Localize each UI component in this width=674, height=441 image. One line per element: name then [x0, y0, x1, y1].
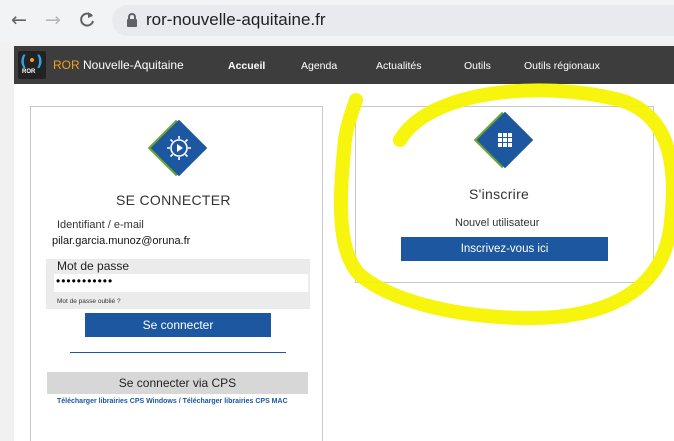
nav-agenda[interactable]: Agenda: [301, 60, 337, 72]
nav-outils[interactable]: Outils: [464, 60, 491, 72]
forward-arrow-icon[interactable]: →: [39, 6, 67, 34]
nav-outils-regionaux[interactable]: Outils régionaux: [524, 60, 600, 72]
nav-accueil[interactable]: Accueil: [228, 60, 265, 72]
brand-name[interactable]: ROR Nouvelle-Aquitaine: [53, 58, 184, 72]
signup-button[interactable]: Inscrivez-vous ici: [401, 237, 608, 261]
grid-icon: [473, 111, 534, 170]
lock-icon: [127, 13, 137, 27]
forgot-password-link[interactable]: Mot de passe oublié ?: [57, 298, 121, 305]
brand-rest: Nouvelle-Aquitaine: [79, 58, 184, 72]
divider: [70, 352, 286, 353]
site-header: ( ) ROR ROR Nouvelle-Aquitaine Accueil A…: [14, 46, 674, 84]
identifier-input[interactable]: pilar.garcia.munoz@oruna.fr: [52, 235, 190, 247]
password-input[interactable]: •••••••••••: [54, 274, 308, 292]
logo-dot: [30, 58, 34, 62]
cps-login-button[interactable]: Se connecter via CPS: [47, 372, 308, 394]
url-text[interactable]: ror-nouvelle-aquitaine.fr: [146, 10, 326, 30]
back-arrow-icon[interactable]: ←: [5, 6, 33, 34]
nav-actualites[interactable]: Actualités: [376, 60, 422, 72]
signup-subtitle: Nouvel utilisateur: [455, 217, 540, 229]
login-button[interactable]: Se connecter: [85, 313, 271, 337]
password-label: Mot de passe: [57, 259, 130, 273]
browser-toolbar: ← → ror-nouvelle-aquitaine.fr: [0, 0, 674, 42]
identifier-label: Identifiant / e-mail: [57, 219, 144, 231]
logo-text: ROR: [22, 69, 36, 75]
logo-paren-right: ): [36, 52, 43, 70]
cps-download-links[interactable]: Télécharger librairies CPS Windows / Tél…: [57, 397, 312, 406]
gear-play-icon: [147, 119, 208, 178]
ror-logo[interactable]: ( ) ROR: [18, 51, 46, 79]
reload-icon[interactable]: [73, 6, 101, 34]
brand-prefix: ROR: [53, 58, 80, 72]
login-title: SE CONNECTER: [116, 192, 231, 208]
logo-paren-left: (: [20, 52, 27, 70]
signup-title: S'inscrire: [469, 186, 530, 202]
